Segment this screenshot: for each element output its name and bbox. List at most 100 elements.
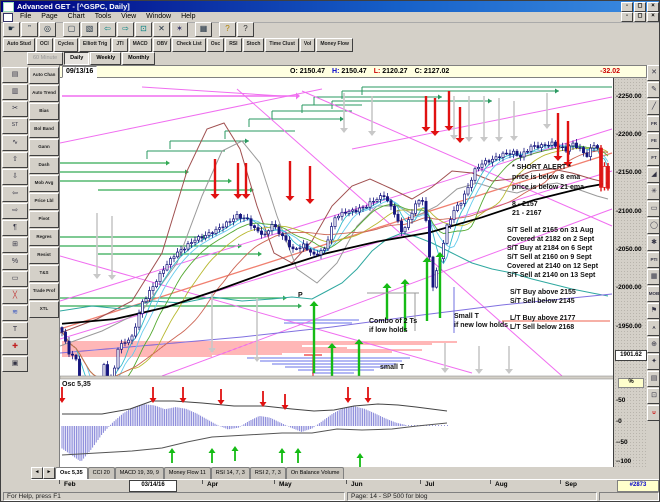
price-axis[interactable]: -2250.00-2200.00-2150.00-2100.00-2050.00… <box>613 78 647 467</box>
chart-plot-area[interactable]: PCombo of 2 Tsif low holdsSmall Tif new … <box>59 78 613 467</box>
fan-lines-icon[interactable]: ✳ <box>647 184 660 200</box>
arrow-left-icon[interactable]: ⇦ <box>2 186 28 202</box>
tool-button-regres[interactable]: Regres <box>29 229 59 246</box>
study-button-oci[interactable]: OCI <box>36 38 53 52</box>
title-bar[interactable]: Advanced GET - [^GSPC, Daily] - ◻ × <box>1 1 660 12</box>
study-button-osc[interactable]: Osc <box>207 38 224 52</box>
pointer-icon[interactable]: ☛ <box>3 22 20 37</box>
tool-button-xtl[interactable]: XTL <box>29 301 59 318</box>
timeframe-button-weekly[interactable]: Weekly <box>90 52 121 65</box>
quote-icon[interactable]: ” <box>21 22 38 37</box>
elliott-u-icon[interactable]: U <box>647 405 660 421</box>
print-icon[interactable]: ▦ <box>195 22 212 37</box>
ellipse-tool-icon[interactable]: ◯ <box>647 218 660 234</box>
restore-button[interactable]: ◻ <box>634 2 646 12</box>
bottom-tab-on-balance-volume[interactable]: On Balance Volume <box>286 467 345 479</box>
pilcrow-tool-icon[interactable]: ¶ <box>2 220 28 236</box>
bottom-tab-macd-19-39-9[interactable]: MACD 19, 39, 9 <box>115 467 164 479</box>
cursor-date[interactable]: 09/13/16 <box>62 66 97 78</box>
help-icon[interactable]: ? <box>219 22 236 37</box>
study-button-time-clust[interactable]: Time Clust <box>265 38 298 52</box>
next-page-icon[interactable]: ⇨ <box>117 22 134 37</box>
menu-item-chart[interactable]: Chart <box>63 12 90 22</box>
bottom-tab-osc-5-35[interactable]: Osc 5,35 <box>55 467 88 479</box>
tool-button-mob-avg[interactable]: Mob Avg <box>29 175 59 192</box>
zoom-tool-icon[interactable]: ⊕ <box>647 337 660 353</box>
tabs-scroll-right-button[interactable]: ► <box>43 467 55 479</box>
text-tool-icon[interactable]: A <box>647 320 660 336</box>
waves-tool-icon[interactable]: ≋ <box>2 305 28 321</box>
grid2-icon[interactable]: ▤ <box>647 371 660 387</box>
new-chart-icon[interactable]: ▢ <box>63 22 80 37</box>
child-minimize-button[interactable]: - <box>621 12 633 22</box>
tabs-scroll-left-button[interactable]: ◄ <box>31 467 43 479</box>
expansion-icon[interactable]: ✱ <box>647 235 660 251</box>
cross-tool-icon[interactable]: ✚ <box>2 339 28 355</box>
arrow-down-icon[interactable]: ⇩ <box>2 169 28 185</box>
study-button-vol[interactable]: Vol <box>300 38 315 52</box>
menu-item-help[interactable]: Help <box>176 12 200 22</box>
close-button[interactable]: × <box>647 2 659 12</box>
study-button-elliott-trig[interactable]: Elliott Trig <box>79 38 111 52</box>
time-seg-icon[interactable]: T <box>2 322 28 338</box>
delete-page-icon[interactable]: ✕ <box>153 22 170 37</box>
study-button-obv[interactable]: OBV <box>153 38 172 52</box>
study-icon[interactable]: ST <box>2 118 28 134</box>
arrow-up-icon[interactable]: ⇧ <box>2 152 28 168</box>
study-button-rsi[interactable]: RSI <box>225 38 241 52</box>
elliott-wave-icon[interactable]: ∿ <box>2 135 28 151</box>
expand-tool-icon[interactable]: ⊞ <box>2 237 28 253</box>
page-layout-icon[interactable]: ▥ <box>2 84 28 100</box>
context-help-icon[interactable]: ? <box>237 22 254 37</box>
box-tool-icon[interactable]: ▭ <box>2 271 28 287</box>
colors-icon[interactable]: ✦ <box>647 354 660 370</box>
print-chart-icon[interactable]: ▤ <box>2 67 28 83</box>
trendline-icon[interactable]: ╱ <box>647 99 660 115</box>
percent-tool-icon[interactable]: % <box>2 254 28 270</box>
grid-icon[interactable]: ▦ <box>647 269 660 285</box>
tool-button-trade-prof[interactable]: Trade Prof <box>29 283 59 300</box>
pti-icon[interactable]: PTI <box>647 252 660 268</box>
mini-chart-icon[interactable]: ▣ <box>2 356 28 372</box>
child-window-icon[interactable] <box>3 13 13 22</box>
zoom-icon[interactable]: ◎ <box>39 22 56 37</box>
close-chart-icon[interactable]: ✕ <box>647 65 660 81</box>
tool-button-pivot[interactable]: Pivot <box>29 211 59 228</box>
study-button-check-list[interactable]: Check List <box>172 38 205 52</box>
studies-icon[interactable]: ✶ <box>171 22 188 37</box>
menu-item-view[interactable]: View <box>116 12 141 22</box>
prev-page-icon[interactable]: ⇦ <box>99 22 116 37</box>
tool-button-bol-band[interactable]: Bol Band <box>29 121 59 138</box>
menu-item-page[interactable]: Page <box>36 12 62 22</box>
timeframe-button-daily[interactable]: Daily <box>64 52 89 65</box>
study-button-stoch[interactable]: Stoch <box>243 38 265 52</box>
fib-extension-icon[interactable]: FE <box>647 133 660 149</box>
flag-icon[interactable]: ⚑ <box>647 303 660 319</box>
child-restore-button[interactable]: ◻ <box>634 12 646 22</box>
arrow-right-icon[interactable]: ⇨ <box>2 203 28 219</box>
copy-page-icon[interactable]: ⊡ <box>135 22 152 37</box>
pencil-icon[interactable]: ✎ <box>647 82 660 98</box>
tool-button-bias[interactable]: Bias <box>29 103 59 120</box>
bottom-tab-rsi-14-7-3[interactable]: RSI 14, 7, 3 <box>211 467 250 479</box>
copy-tool-icon[interactable]: ⊡ <box>647 388 660 404</box>
tool-button-auto-trend[interactable]: Auto Trend <box>29 85 59 102</box>
alert-icon[interactable]: ◢ <box>647 167 660 183</box>
fib-retracement-icon[interactable]: FR <box>647 116 660 132</box>
bottom-tab-money-flow-11[interactable]: Money Flow 11 <box>164 467 211 479</box>
tool-button-auto-chan[interactable]: Auto Chan <box>29 67 59 84</box>
timeframe-button-monthly[interactable]: Monthly <box>122 52 155 65</box>
minimize-button[interactable]: - <box>621 2 633 12</box>
study-button-auto-stud[interactable]: Auto Stud <box>3 38 35 52</box>
open-chart-icon[interactable]: ▧ <box>81 22 98 37</box>
rectangle-tool-icon[interactable]: ▭ <box>647 201 660 217</box>
study-button-cycles[interactable]: Cycles <box>54 38 78 52</box>
fib-time-icon[interactable]: FT <box>647 150 660 166</box>
tool-button-resist[interactable]: Resist <box>29 247 59 264</box>
child-close-button[interactable]: × <box>647 12 659 22</box>
bottom-tab-cci-20[interactable]: CCI 20 <box>88 467 115 479</box>
tool-button-price-lbl[interactable]: Price Lbl <box>29 193 59 210</box>
snapshot-icon[interactable]: ✂ <box>2 101 28 117</box>
timeframe-button-60-minute[interactable]: 60 Minute <box>27 52 63 65</box>
tool-button-gann[interactable]: Gann <box>29 139 59 156</box>
